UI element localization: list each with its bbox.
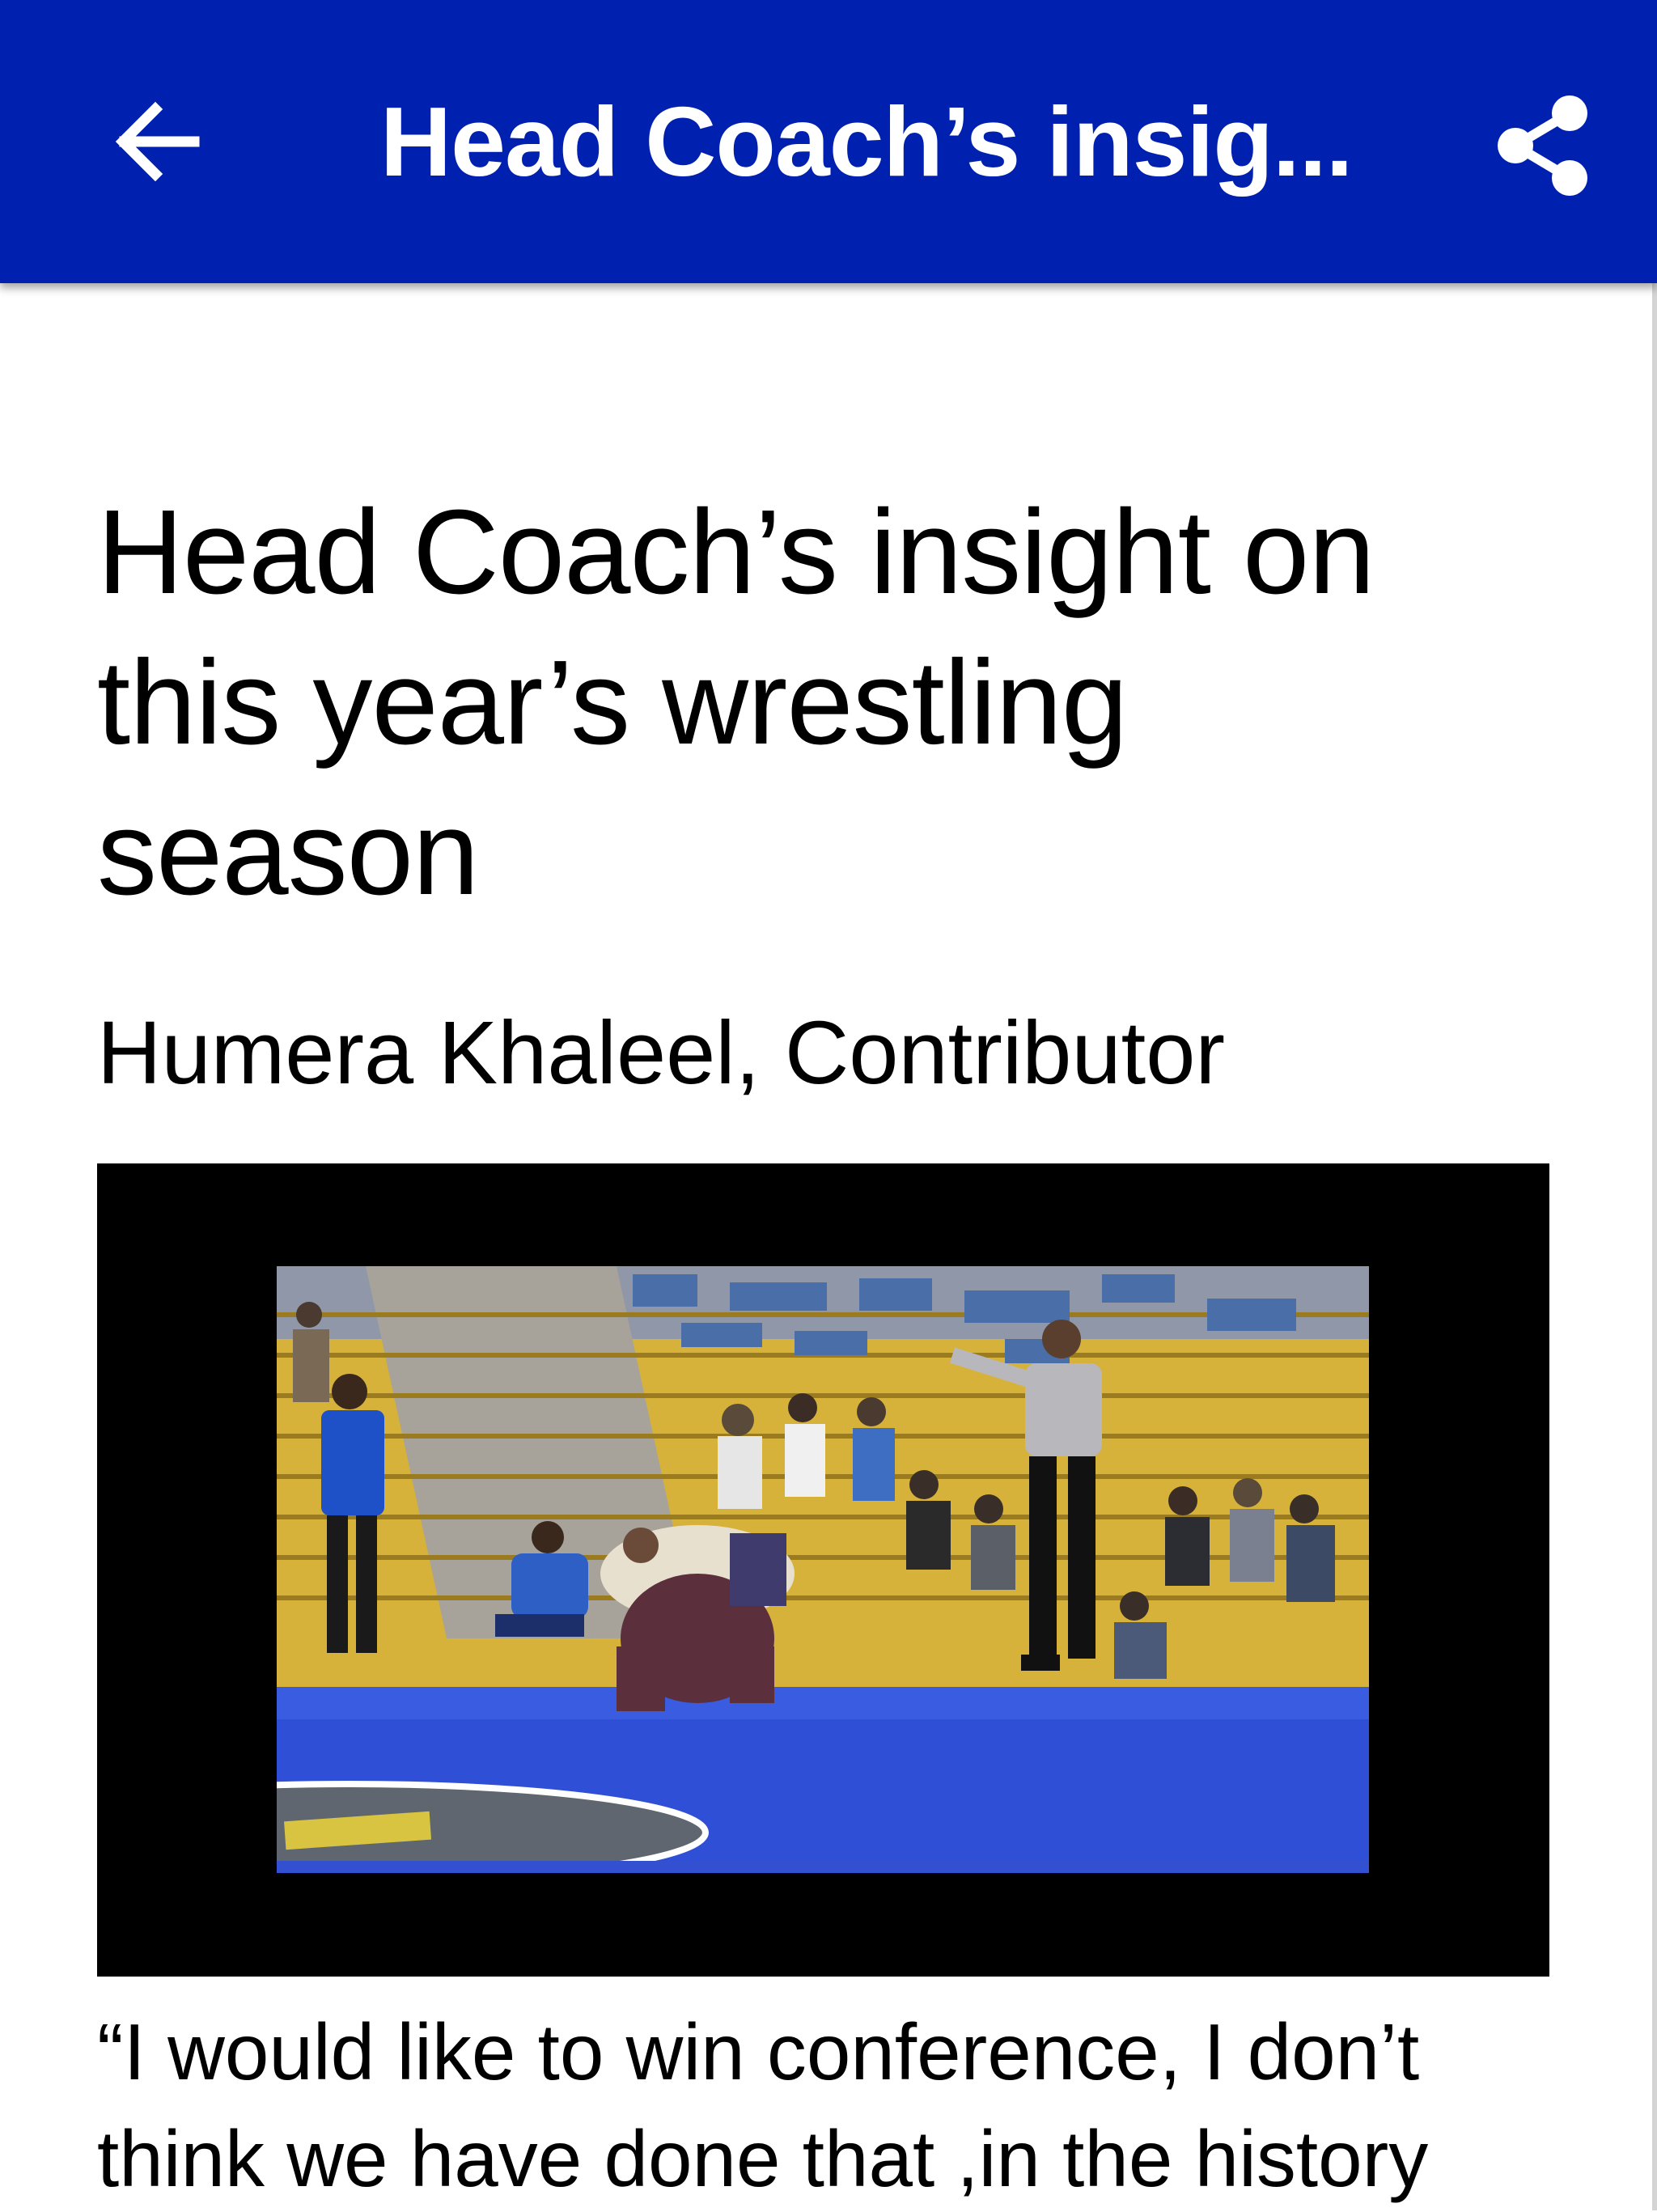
scrollbar[interactable] [1652, 283, 1657, 2210]
app-bar-title: Head Coach’s insig... [380, 87, 1354, 197]
arrow-left-icon [115, 101, 200, 182]
video-thumbnail [277, 1266, 1369, 1873]
article-byline: Humera Khaleel, Contributor [97, 1003, 1226, 1103]
article-body-text: “I would like to win conference, I don’t… [97, 2007, 1429, 2203]
wrestling-video-thumbnail [277, 1266, 1369, 1873]
share-icon [1498, 95, 1587, 196]
share-button[interactable] [1485, 85, 1598, 206]
app-bar: Head Coach’s insig... [0, 0, 1657, 283]
article: Head Coach’s insight on this year’s wres… [97, 477, 1553, 1110]
back-button[interactable] [105, 85, 210, 198]
article-headline: Head Coach’s insight on this year’s wres… [97, 485, 1375, 920]
article-video[interactable] [97, 1163, 1549, 1977]
